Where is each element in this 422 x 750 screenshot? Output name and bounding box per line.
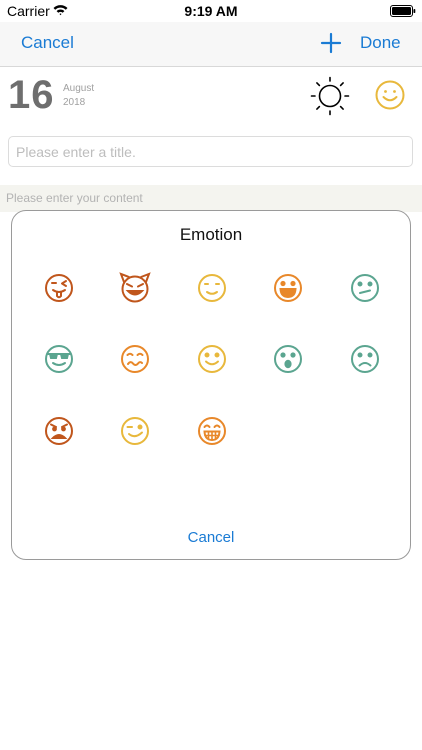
- title-input[interactable]: [8, 136, 413, 167]
- tongue-out-face-icon[interactable]: [42, 271, 76, 305]
- date-day: 16: [8, 73, 55, 117]
- sun-icon[interactable]: [310, 76, 350, 116]
- surprised-face-icon[interactable]: [271, 342, 305, 376]
- skeptical-face-icon[interactable]: [348, 271, 382, 305]
- content-placeholder: Please enter your content: [6, 191, 143, 205]
- emotion-picker-dialog: Emotion Cancel: [11, 210, 411, 560]
- grinning-face-icon[interactable]: [195, 414, 229, 448]
- cool-sunglasses-face-icon[interactable]: [42, 342, 76, 376]
- happy-face-icon[interactable]: [195, 342, 229, 376]
- winking-face-icon[interactable]: [118, 414, 152, 448]
- emotion-picker-title: Emotion: [179, 225, 243, 244]
- laughing-face-icon[interactable]: [271, 271, 305, 305]
- smile-icon[interactable]: [374, 79, 406, 111]
- status-bar: Carrier 9:19 AM: [0, 0, 422, 22]
- date-year: 2018: [63, 97, 86, 108]
- emotion-picker-cancel-button[interactable]: Cancel: [12, 529, 410, 546]
- sad-face-icon[interactable]: [348, 342, 382, 376]
- devil-face-icon[interactable]: [118, 271, 152, 305]
- angry-face-icon[interactable]: [42, 414, 76, 448]
- diary-editor-screen: Carrier 9:19 AM Cancel Done 16 August 20…: [0, 0, 422, 750]
- battery-icon: [390, 5, 416, 17]
- cancel-button[interactable]: Cancel: [21, 33, 74, 53]
- plus-icon[interactable]: [320, 32, 342, 54]
- done-button[interactable]: Done: [360, 33, 401, 53]
- date-month: August: [63, 83, 95, 94]
- status-time: 9:19 AM: [184, 3, 238, 19]
- content-textarea[interactable]: Please enter your content: [0, 185, 422, 212]
- content-face-icon[interactable]: [195, 271, 229, 305]
- woozy-face-icon[interactable]: [118, 342, 152, 376]
- navigation-bar: Cancel Done: [0, 22, 422, 67]
